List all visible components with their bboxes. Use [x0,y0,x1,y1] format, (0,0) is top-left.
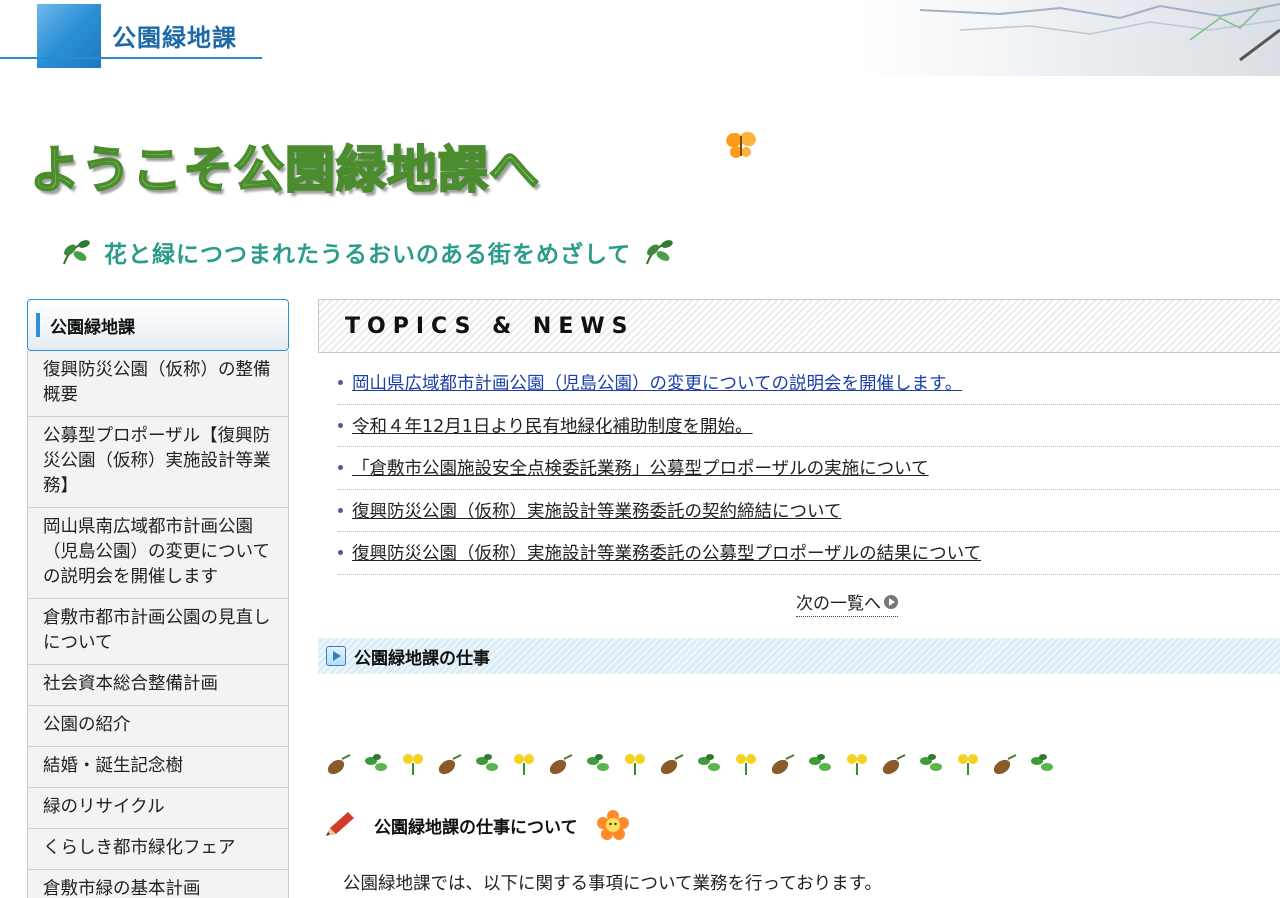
topics-heading-label: TOPICS & NEWS [345,313,635,339]
bullet-icon [338,465,343,471]
topics-list: 岡山県広域都市計画公園（児島公園）の変更についての説明会を開催します。 令和４年… [338,362,1280,575]
leaf-icon [920,754,942,771]
sidebar-item[interactable]: 公園の紹介 [28,706,288,747]
more-link-label: 次の一覧へ [796,594,881,614]
sidebar-item[interactable]: 緑のリサイクル [28,788,288,829]
list-item: 「倉敷市公園施設安全点検委託業務」公募型プロポーザルの実施について [338,447,1280,490]
subtitle-row: 花と緑につつまれたうるおいのある街をめざして [58,232,677,272]
sidebar-heading[interactable]: 公園緑地課 [27,299,289,351]
tulip-icon [625,754,645,775]
topic-link[interactable]: 岡山県広域都市計画公園（児島公園）の変更についての説明会を開催します。 [352,370,962,395]
leaf-icon [809,754,831,771]
sidebar-item[interactable]: くらしき都市緑化フェア [28,829,288,870]
acorn-icon [993,754,1017,775]
sidebar-nav: 公園緑地課 復興防災公園（仮称）の整備概要 公募型プロポーザル【復興防災公園（仮… [27,299,289,898]
sidebar-heading-bar [36,313,40,337]
sidebar-item[interactable]: 倉敷市都市計画公園の見直しについて [28,599,288,665]
tulip-icon [847,754,867,775]
sidebar-item[interactable]: 岡山県南広域都市計画公園（児島公園）の変更についての説明会を開催します [28,508,288,599]
flower-icon [596,810,629,840]
leaf-icon [587,754,609,771]
site-title[interactable]: 公園緑地課 [112,18,237,53]
leaf-icon [646,240,674,265]
butterfly-icon [726,131,756,158]
acorn-icon [438,754,462,775]
decorative-divider [322,748,1062,780]
leaf-icon [63,240,90,265]
about-heading-row: 公園緑地課の仕事について [322,806,630,844]
tulip-icon [958,754,978,775]
list-item: 令和４年12月1日より民有地緑化補助制度を開始。 [338,405,1280,447]
work-heading: 公園緑地課の仕事 [318,638,1280,674]
sidebar-item[interactable]: 社会資本総合整備計画 [28,665,288,706]
site-header: 公園緑地課 [0,0,1280,76]
topic-link[interactable]: 「倉敷市公園施設安全点検委託業務」公募型プロポーザルの実施について [352,455,929,480]
list-item: 復興防災公園（仮称）実施設計等業務委託の公募型プロポーザルの結果について [338,532,1280,575]
header-underline [0,57,262,59]
tulip-icon [514,754,534,775]
sidebar-item[interactable]: 公募型プロポーザル【復興防災公園（仮称）実施設計等業務】 [28,417,288,508]
tulip-icon [403,754,423,775]
leaf-icon [365,754,387,771]
arrow-circle-icon [884,594,898,609]
sidebar-item[interactable]: 倉敷市緑の基本計画 [28,870,288,898]
tulip-icon [736,754,756,775]
leaf-icon [1031,754,1053,771]
bullet-icon [338,380,343,386]
bullet-icon [338,422,343,428]
more-link[interactable]: 次の一覧へ [796,589,898,617]
welcome-banner: ようこそ公園緑地課へ [29,140,540,200]
work-heading-label: 公園緑地課の仕事 [354,648,490,669]
leaf-icon [698,754,720,771]
acorn-icon [327,754,351,775]
subtitle: 花と緑につつまれたうるおいのある街をめざして [104,242,632,268]
acorn-icon [882,754,906,775]
list-item: 岡山県広域都市計画公園（児島公園）の変更についての説明会を開催します。 [338,362,1280,405]
bullet-icon [338,507,343,513]
acorn-icon [771,754,795,775]
topic-link[interactable]: 復興防災公園（仮称）実施設計等業務委託の公募型プロポーザルの結果について [352,540,981,565]
sidebar-heading-label: 公園緑地課 [50,317,135,338]
play-icon [326,646,346,666]
intro-text: 公園緑地課では、以下に関する事項について業務を行っております。 [343,874,882,894]
topic-link[interactable]: 復興防災公園（仮称）実施設計等業務委託の契約締結について [352,498,841,523]
list-item: 復興防災公園（仮称）実施設計等業務委託の契約締結について [338,490,1280,532]
sidebar-list: 復興防災公園（仮称）の整備概要 公募型プロポーザル【復興防災公園（仮称）実施設計… [27,351,289,898]
sidebar-item[interactable]: 復興防災公園（仮称）の整備概要 [28,351,288,417]
acorn-icon [549,754,573,775]
acorn-icon [660,754,684,775]
leaf-icon [476,754,498,771]
sidebar-item[interactable]: 結婚・誕生記念樹 [28,747,288,788]
about-title: 公園緑地課の仕事について [374,817,578,838]
topics-heading: TOPICS & NEWS [318,299,1280,353]
header-photo [860,0,1280,76]
pencil-icon [326,812,354,836]
topic-link[interactable]: 令和４年12月1日より民有地緑化補助制度を開始。 [352,413,753,438]
bullet-icon [338,550,343,556]
